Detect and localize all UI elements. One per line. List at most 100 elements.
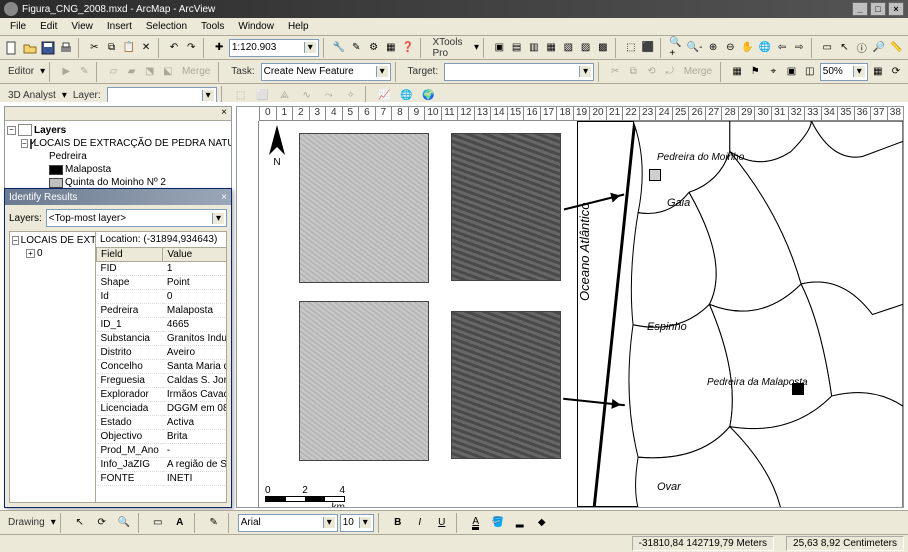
minimize-button[interactable]: _ (852, 2, 868, 16)
e5[interactable]: ✂ (607, 62, 623, 82)
open-button[interactable] (22, 38, 38, 58)
e6[interactable]: ⧉ (625, 62, 641, 82)
identify-tree-root[interactable]: LOCAIS DE EXTRACÇÃO D (21, 235, 96, 246)
scale-select[interactable]: 1:120.903▾ (229, 39, 319, 57)
analyst-menu[interactable]: 3D Analyst (4, 90, 60, 101)
xtools-label[interactable]: XTools Pro (428, 37, 472, 59)
select-element-button[interactable]: ↖ (837, 38, 852, 58)
tool-btn-a[interactable]: 🔧 (332, 38, 347, 58)
zoom-tool[interactable]: 🔍 (114, 513, 134, 533)
text-tool[interactable]: A (170, 513, 190, 533)
fontsize-select[interactable]: 10▾ (340, 514, 374, 532)
table-row[interactable]: ID_14665 (97, 318, 227, 332)
delete-button[interactable]: ✕ (138, 38, 153, 58)
add-data-button[interactable]: ✚ (212, 38, 227, 58)
table-row[interactable]: ObjectivoBrita (97, 430, 227, 444)
full-extent-button[interactable]: 🌐 (757, 38, 772, 58)
tool-btn-c[interactable]: ⚙ (366, 38, 381, 58)
col-field[interactable]: Field (97, 248, 163, 262)
close-button[interactable]: × (888, 2, 904, 16)
pointer-tool[interactable]: ↖ (70, 513, 90, 533)
xt7[interactable]: ▩ (595, 38, 610, 58)
menu-tools[interactable]: Tools (195, 19, 230, 34)
identify-tree-child[interactable]: 0 (37, 248, 43, 259)
paste-button[interactable]: 📋 (121, 38, 136, 58)
find-button[interactable]: 🔎 (871, 38, 886, 58)
menu-view[interactable]: View (65, 19, 99, 34)
tool-btn-b[interactable]: ✎ (349, 38, 364, 58)
layout-canvas[interactable]: N 024 km (259, 121, 903, 507)
e8[interactable]: ⤾ (662, 62, 678, 82)
fill-color[interactable]: 🪣 (488, 513, 508, 533)
edit-tool[interactable]: ▶ (58, 62, 74, 82)
refresh-button[interactable]: ⟳ (888, 62, 904, 82)
target-select[interactable]: ▾ (444, 63, 594, 81)
measure-button[interactable]: 📏 (889, 38, 904, 58)
minus-icon[interactable]: − (21, 139, 28, 148)
menu-insert[interactable]: Insert (101, 19, 138, 34)
xt6[interactable]: ▨ (578, 38, 593, 58)
prev-extent-button[interactable]: ⇦ (774, 38, 789, 58)
xt4[interactable]: ▦ (544, 38, 559, 58)
table-row[interactable]: EstadoActiva (97, 416, 227, 430)
table-row[interactable]: Prod_M_Ano- (97, 444, 227, 458)
xt2[interactable]: ▤ (509, 38, 524, 58)
zoom-in-button[interactable]: 🔍+ (668, 38, 683, 58)
menu-window[interactable]: Window (232, 19, 280, 34)
attrib-button[interactable]: ▦ (729, 62, 745, 82)
table-row[interactable]: ConcelhoSanta Maria da (97, 360, 227, 374)
select-features-button[interactable]: ▭ (820, 38, 835, 58)
table-row[interactable]: DistritoAveiro (97, 346, 227, 360)
font-color[interactable]: A (466, 513, 486, 533)
identify-layers-select[interactable]: <Top-most layer>▾ (46, 209, 227, 227)
xt1[interactable]: ▣ (492, 38, 507, 58)
e7[interactable]: ⟲ (643, 62, 659, 82)
font-select[interactable]: Arial▾ (238, 514, 338, 532)
zoom-out-button[interactable]: 🔍- (686, 38, 704, 58)
map-layout[interactable]: 0123456789101112131415161718192021222324… (236, 106, 904, 508)
menu-file[interactable]: File (4, 19, 32, 34)
marker-color[interactable]: ◆ (532, 513, 552, 533)
minus-icon[interactable]: − (12, 236, 19, 245)
col-value[interactable]: Value (163, 248, 226, 262)
table-row[interactable]: Id0 (97, 290, 227, 304)
pan-button[interactable]: ✋ (740, 38, 755, 58)
table-row[interactable]: FreguesiaCaldas S. Jorge (97, 374, 227, 388)
menu-help[interactable]: Help (282, 19, 315, 34)
edit-vertices[interactable]: ✎ (204, 513, 224, 533)
table-row[interactable]: ShapePoint (97, 276, 227, 290)
plus-icon[interactable]: + (26, 249, 35, 258)
tool-btn-d[interactable]: ▦ (383, 38, 398, 58)
legend-item-0[interactable]: Malaposta (7, 163, 229, 176)
toc-close[interactable]: × (217, 107, 231, 120)
identify-dialog[interactable]: Identify Results × Layers: <Top-most lay… (4, 188, 232, 508)
save-button[interactable] (40, 38, 56, 58)
italic-button[interactable]: I (410, 513, 430, 533)
e4[interactable]: ⬕ (160, 62, 176, 82)
identify-tree[interactable]: −LOCAIS DE EXTRACÇÃO D +0 (10, 232, 96, 502)
copy-button[interactable]: ⧉ (104, 38, 119, 58)
xt9[interactable]: ⬛ (640, 38, 655, 58)
cut-button[interactable]: ✂ (87, 38, 102, 58)
new-button[interactable] (4, 38, 20, 58)
e1[interactable]: ▱ (105, 62, 121, 82)
menu-selection[interactable]: Selection (140, 19, 193, 34)
e13[interactable]: ▦ (870, 62, 886, 82)
rotate-tool[interactable]: ⟳ (92, 513, 112, 533)
maximize-button[interactable]: □ (870, 2, 886, 16)
zoom-fixed-out[interactable]: ⊖ (723, 38, 738, 58)
toc-root[interactable]: − Layers (7, 123, 229, 137)
table-row[interactable]: FID1 (97, 262, 227, 276)
bold-button[interactable]: B (388, 513, 408, 533)
table-row[interactable]: Info_JaZIGA região de Souto Redon (97, 458, 227, 472)
e2[interactable]: ▰ (124, 62, 140, 82)
minus-icon[interactable]: − (7, 126, 16, 135)
menu-edit[interactable]: Edit (34, 19, 63, 34)
sketch-tool[interactable]: ✎ (76, 62, 92, 82)
table-row[interactable]: FONTEINETI (97, 472, 227, 486)
xt5[interactable]: ▧ (561, 38, 576, 58)
zoom-pct[interactable]: 50%▾ (820, 63, 868, 81)
identify-titlebar[interactable]: Identify Results × (5, 189, 231, 205)
zoom-fixed-in[interactable]: ⊕ (705, 38, 720, 58)
table-row[interactable]: PedreiraMalaposta (97, 304, 227, 318)
